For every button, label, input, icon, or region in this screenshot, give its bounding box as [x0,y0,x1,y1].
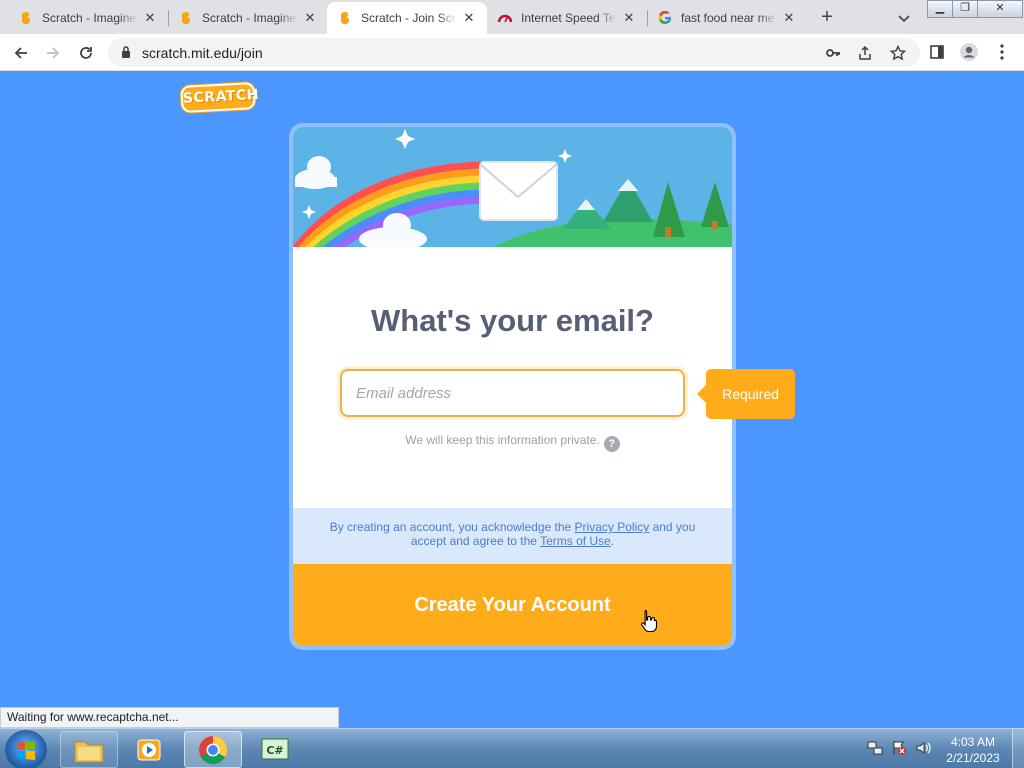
tab-title: fast food near me [681,11,775,25]
terms-of-use-link[interactable]: Terms of Use [540,534,611,548]
forward-button[interactable] [40,40,66,66]
privacy-note-text: We will keep this information private. [405,433,600,447]
privacy-note: We will keep this information private.? [293,433,732,452]
close-icon[interactable]: ✕ [781,10,797,26]
svg-text:C#: C# [266,744,283,757]
chevron-down-icon[interactable] [894,8,914,28]
required-tooltip: Required [697,369,795,419]
speedometer-icon [497,10,513,26]
google-icon [657,10,673,26]
reload-button[interactable] [73,40,99,66]
url-text: scratch.mit.edu/join [142,45,263,61]
show-desktop-button[interactable] [1012,729,1024,768]
address-bar[interactable]: scratch.mit.edu/join [108,38,920,67]
clock-time: 4:03 AM [950,735,996,749]
chrome-button[interactable] [184,731,242,768]
create-account-button[interactable]: Create Your Account [293,564,732,646]
privacy-policy-link[interactable]: Privacy Policy [575,520,650,534]
share-icon[interactable] [856,44,874,62]
email-field[interactable] [340,369,685,417]
start-button[interactable] [6,731,46,768]
back-button[interactable] [8,40,34,66]
tab-title: Scratch - Imagine, Program, Share [42,11,138,25]
star-icon[interactable] [889,44,907,62]
close-icon[interactable]: ✕ [302,10,318,26]
media-player-icon [137,739,161,760]
scratch-icon [178,10,194,26]
scratch-logo[interactable]: SCRATCH [180,82,259,113]
folder-icon [74,741,104,762]
key-icon[interactable] [824,44,842,62]
tab-google-search[interactable]: fast food near me ✕ [647,2,807,34]
csharp-icon: C# [261,738,289,759]
file-explorer-button[interactable] [60,731,118,768]
chrome-icon [199,735,227,764]
tab-title: Scratch - Imagine, Program, Share [202,11,298,25]
tab-speed-test[interactable]: Internet Speed Test ✕ [487,2,647,34]
join-modal: What's your email? We will keep this inf… [289,123,736,650]
tab-scratch-1[interactable]: Scratch - Imagine, Program, Share ✕ [8,2,168,34]
media-player-button[interactable] [120,731,178,768]
hand-cursor-icon [641,609,658,633]
tab-title: Scratch - Join Scratch [361,11,457,25]
browser-toolbar: scratch.mit.edu/join [0,34,1024,71]
action-center-icon[interactable] [890,739,908,757]
tab-scratch-join[interactable]: Scratch - Join Scratch ✕ [327,2,487,34]
close-icon[interactable]: ✕ [461,10,477,26]
menu-dots-icon[interactable] [992,42,1012,62]
tab-strip: Scratch - Imagine, Program, Share ✕ Scra… [0,0,1024,34]
scratch-icon [18,10,34,26]
windows-taskbar: C# 4:03 AM 2/21/2023 [0,728,1024,768]
help-icon[interactable]: ? [603,436,620,452]
status-bar: Waiting for www.recaptcha.net... [0,707,339,728]
tab-title: Internet Speed Test [521,11,617,25]
scratch-icon [337,10,353,26]
windows-logo-icon [17,741,35,760]
tab-scratch-2[interactable]: Scratch - Imagine, Program, Share ✕ [168,2,328,34]
restore-button[interactable]: ❐ [952,0,978,18]
terms-notice: By creating an account, you acknowledge … [293,508,732,564]
profile-avatar-icon[interactable] [959,42,979,62]
clock-date: 2/21/2023 [946,751,1000,765]
volume-icon[interactable] [914,739,932,757]
network-icon[interactable] [866,739,884,757]
join-modal-content: What's your email? We will keep this inf… [293,127,732,646]
rainbow-envelope-banner [293,127,732,247]
minimize-button[interactable]: ▁ [927,0,953,18]
terms-text-prefix: By creating an account, you acknowledge … [329,520,575,534]
side-panel-icon[interactable] [927,42,947,62]
csharp-app-button[interactable]: C# [246,731,304,768]
terms-text-suffix: . [610,534,615,548]
close-icon[interactable]: ✕ [142,10,158,26]
new-tab-button[interactable]: + [815,6,839,30]
system-clock[interactable]: 4:03 AM 2/21/2023 [940,734,1006,766]
lock-icon[interactable] [120,45,132,64]
close-window-button[interactable]: ✕ [977,0,1023,18]
close-icon[interactable]: ✕ [621,10,637,26]
page-title: What's your email? [371,303,654,338]
